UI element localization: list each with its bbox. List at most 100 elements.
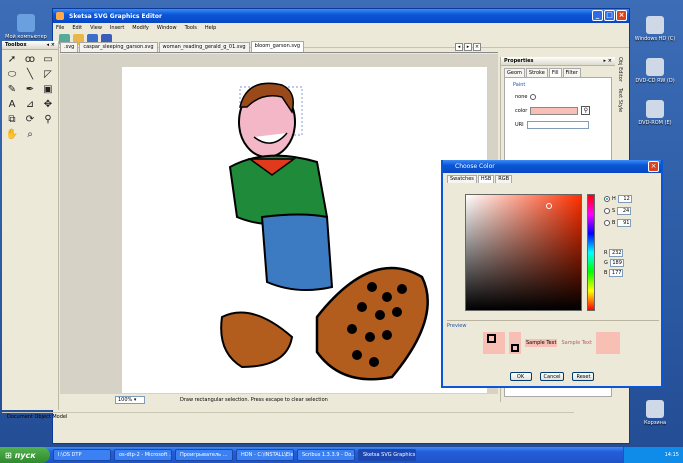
hue-radio[interactable]	[604, 196, 610, 202]
tab-fill[interactable]: Fill	[548, 68, 562, 77]
system-tray: 14:15	[623, 447, 683, 463]
taskbar-item-5[interactable]: Sketsa SVG Graphics ...	[358, 449, 416, 461]
ellipse-tool-icon[interactable]: ⬭	[4, 68, 20, 82]
hue-slider[interactable]	[587, 194, 595, 311]
rgb-fields: R 232 G 189 B 177	[604, 249, 624, 279]
taskbar-item-0[interactable]: I:\OS DTP	[53, 449, 111, 461]
green-value[interactable]: 189	[609, 259, 624, 267]
move-tool-icon[interactable]: ✥	[40, 98, 56, 112]
blue-value[interactable]: 177	[609, 269, 624, 277]
tab-stroke[interactable]: Stroke	[525, 68, 548, 77]
dialog-title: Choose Color	[455, 163, 495, 170]
text-tool-icon[interactable]: A	[4, 98, 20, 112]
image-tool-icon[interactable]: ▣	[40, 83, 56, 97]
recycle-bin-icon[interactable]: Корзина	[632, 400, 678, 426]
tab-geom[interactable]: Geom	[504, 68, 525, 77]
close-button[interactable]: ×	[616, 10, 627, 21]
desktop-icon-label: DVD-CD RW (D)	[635, 78, 675, 84]
none-radio[interactable]	[530, 94, 537, 100]
tab-navigation: ◂ ▸ ×	[455, 43, 481, 51]
maximize-button[interactable]: □	[604, 10, 615, 21]
menu-tools[interactable]: Tools	[185, 25, 197, 31]
minimize-button[interactable]: _	[592, 10, 603, 21]
lasso-tool-icon[interactable]: ꝏ	[22, 53, 38, 67]
properties-close-icon[interactable]: ▸ ×	[604, 57, 612, 66]
taskbar-item-3[interactable]: HDN - C:\INSTALL\Ele...	[236, 449, 294, 461]
pen-tool-icon[interactable]: ✒	[22, 83, 38, 97]
taskbar-item-2[interactable]: Проигрыватель ...	[175, 449, 233, 461]
zoom-tool-icon[interactable]: ⌕	[22, 128, 38, 142]
saturation-label: S	[612, 208, 616, 214]
polyline-tool-icon[interactable]: ◸	[40, 68, 56, 82]
start-button[interactable]: ⊞ пуск	[0, 447, 50, 463]
group-tool-icon[interactable]: ⧉	[4, 113, 20, 127]
menu-edit[interactable]: Edit	[72, 25, 82, 31]
dialog-titlebar[interactable]: Choose Color ×	[443, 160, 661, 173]
menu-insert[interactable]: Insert	[110, 25, 124, 31]
disk-icon	[646, 16, 664, 34]
tab-doc-2[interactable]: woman_reading_gerald_g_01.svg	[158, 42, 250, 52]
panel-close-icon[interactable]: ◂ ×	[47, 41, 55, 50]
red-value[interactable]: 232	[609, 249, 624, 257]
tab-next-icon[interactable]: ▸	[464, 43, 472, 51]
spectrum-cursor[interactable]	[546, 203, 552, 209]
tab-filter[interactable]: Filter	[562, 68, 581, 77]
hand-tool-icon[interactable]: ✋	[4, 128, 20, 142]
brightness-radio[interactable]	[604, 220, 610, 226]
saturation-radio[interactable]	[604, 208, 610, 214]
drive-icon[interactable]: DVD-ROM (E)	[632, 100, 678, 126]
tab-close-icon[interactable]: ×	[473, 43, 481, 51]
eyedropper-icon[interactable]: ⚲	[581, 106, 591, 115]
hue-input[interactable]: 12	[617, 195, 632, 203]
tab-doc-1[interactable]: caspar_sleeping_garson.svg	[79, 42, 158, 52]
pencil-tool-icon[interactable]: ✎	[4, 83, 20, 97]
rectangle-tool-icon[interactable]: ▭	[40, 53, 56, 67]
side-tab-text-style[interactable]: Text Style	[617, 88, 623, 112]
tab-rgb[interactable]: RGB	[495, 175, 513, 183]
ok-button[interactable]: OK	[509, 372, 532, 381]
tab-prev-icon[interactable]: ◂	[455, 43, 463, 51]
side-tab-obj-editor[interactable]: Obj Editor	[617, 57, 623, 82]
line-tool-icon[interactable]: ╲	[22, 68, 38, 82]
tab-doc-0[interactable]: .svg	[60, 42, 79, 52]
tab-hsb[interactable]: HSB	[477, 175, 495, 183]
color-spectrum[interactable]	[465, 194, 582, 311]
red-label: R	[604, 250, 608, 256]
toolbox-panel: Toolbox ◂ × ➚ ꝏ ▭ ⬭ ╲ ◸ ✎ ✒ ▣ A ⊿ ✥ ⧉ ⟳ ⚲…	[2, 41, 59, 410]
fill-color-swatch[interactable]	[530, 106, 579, 115]
cartoon-illustration[interactable]	[122, 67, 487, 393]
dialog-close-button[interactable]: ×	[648, 161, 659, 172]
rotate-tool-icon[interactable]: ⟳	[22, 113, 38, 127]
window-titlebar[interactable]: Sketsa SVG Graphics Editor _ □ ×	[53, 9, 629, 23]
drive-icon[interactable]: Windows HD (C)	[632, 16, 678, 42]
menu-help[interactable]: Help	[205, 25, 216, 31]
windows-logo-icon: ⊞	[5, 450, 12, 460]
tab-doc-3[interactable]: bloom_garson.svg	[250, 41, 305, 52]
green-label: G	[604, 260, 608, 266]
properties-title: Properties ▸ ×	[501, 57, 615, 66]
drawing-canvas[interactable]	[122, 67, 487, 393]
cancel-button[interactable]: Cancel	[539, 372, 565, 381]
eyedropper-tool-icon[interactable]: ⚲	[40, 113, 56, 127]
select-tool-icon[interactable]: ➚	[4, 53, 20, 67]
zoom-select[interactable]: 100% ▾	[115, 396, 145, 404]
tab-swatches[interactable]: Swatches	[447, 175, 477, 183]
transform-tool-icon[interactable]: ⊿	[22, 98, 38, 112]
dom-panel-label[interactable]: Document Object Model	[2, 412, 574, 421]
blue-label: B	[604, 270, 608, 276]
menu-view[interactable]: View	[90, 25, 102, 31]
brightness-label: B	[612, 220, 616, 226]
reset-button[interactable]: Reset	[572, 372, 595, 381]
desktop-icon[interactable]: Мой компьютер	[3, 14, 49, 40]
toolbox-title: Toolbox ◂ ×	[2, 41, 58, 50]
preview-label: Preview	[447, 323, 467, 329]
saturation-input[interactable]: 24	[617, 207, 632, 215]
taskbar-item-4[interactable]: Scribus 1.3.3.9 - Do...	[297, 449, 355, 461]
menu-window[interactable]: Window	[157, 25, 177, 31]
menu-modify[interactable]: Modify	[132, 25, 149, 31]
uri-select[interactable]	[526, 121, 589, 129]
drive-icon[interactable]: DVD-CD RW (D)	[632, 58, 678, 84]
brightness-input[interactable]: 91	[617, 219, 632, 227]
menu-file[interactable]: File	[56, 25, 64, 31]
taskbar-item-1[interactable]: os-dtp-2 - Microsoft ...	[114, 449, 172, 461]
